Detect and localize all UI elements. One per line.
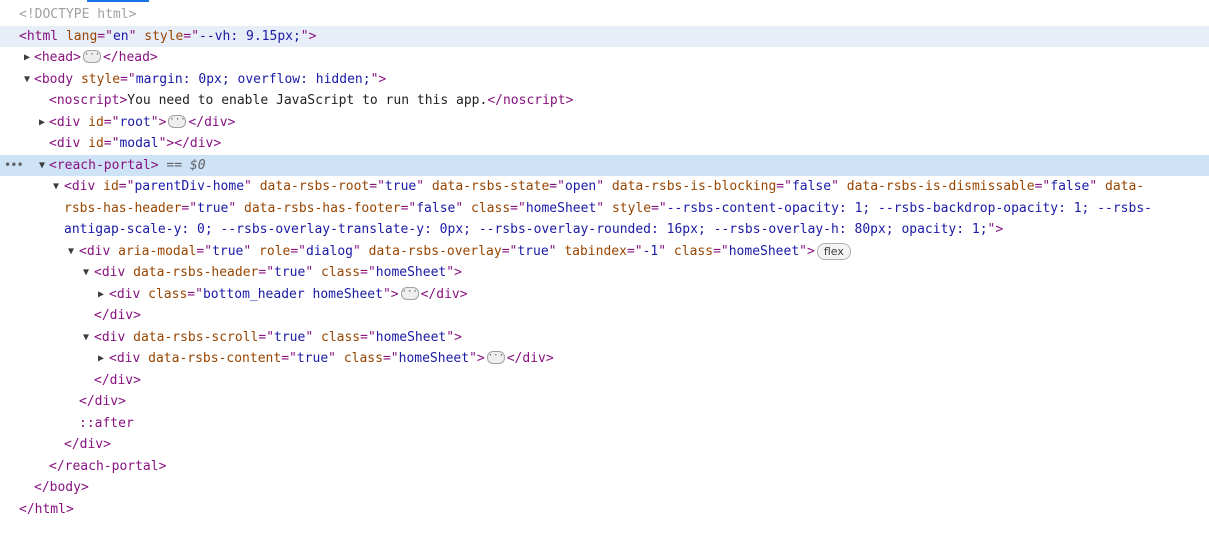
dom-node-after-pseudo[interactable]: ::after xyxy=(0,413,1209,435)
dom-node-close-tag[interactable]: </reach-portal> xyxy=(0,456,1209,478)
dom-node-modal[interactable]: <div id="modal"></div> xyxy=(0,133,1209,155)
dom-node-head[interactable]: ▶ <head> ··· </head> xyxy=(0,47,1209,69)
active-tab-indicator xyxy=(87,0,149,2)
expand-triangle-right-icon[interactable]: ▶ xyxy=(21,47,33,69)
collapse-triangle-down-icon[interactable]: ▼ xyxy=(65,241,77,263)
collapse-triangle-down-icon[interactable]: ▼ xyxy=(50,176,62,198)
dom-node-parent-div-continued[interactable]: antigap-scale-y: 0; --rsbs-overlay-trans… xyxy=(0,219,1209,241)
dom-node-body[interactable]: ▼ <body style="margin: 0px; overflow: hi… xyxy=(0,69,1209,91)
dom-node-html[interactable]: <html lang="en" style="--vh: 9.15px;"> xyxy=(0,25,1209,47)
elements-dom-tree[interactable]: <!DOCTYPE html> <html lang="en" style="-… xyxy=(0,4,1209,520)
collapsed-children-ellipsis-icon[interactable]: ··· xyxy=(486,351,505,364)
dom-node-close-tag[interactable]: </body> xyxy=(0,477,1209,499)
dom-node-close-tag[interactable]: </div> xyxy=(0,305,1209,327)
dom-node-bottom-header[interactable]: ▶ <div class="bottom_header homeSheet"> ·… xyxy=(0,284,1209,306)
dom-node-root[interactable]: ▶ <div id="root"> ··· </div> xyxy=(0,112,1209,134)
dom-node-rsbs-header[interactable]: ▼ <div data-rsbs-header="true" class="ho… xyxy=(0,262,1209,284)
dom-node-parent-div[interactable]: ▼ <div id="parentDiv-home" data-rsbs-roo… xyxy=(0,176,1209,198)
dom-node-reach-portal-selected[interactable]: ••• ▼ <reach-portal> == $0 xyxy=(0,154,1209,177)
node-actions-ellipsis-icon[interactable]: ••• xyxy=(4,155,24,177)
expand-triangle-right-icon[interactable]: ▶ xyxy=(95,284,107,306)
dom-node-close-tag[interactable]: </html> xyxy=(0,499,1209,521)
flex-layout-badge[interactable]: flex xyxy=(816,242,851,260)
dom-node-dialog[interactable]: ▼ <div aria-modal="true" role="dialog" d… xyxy=(0,241,1209,263)
dom-node-noscript[interactable]: <noscript>You need to enable JavaScript … xyxy=(0,90,1209,112)
collapsed-children-ellipsis-icon[interactable]: ··· xyxy=(168,114,187,128)
collapsed-children-ellipsis-icon[interactable]: ··· xyxy=(400,286,419,300)
dom-node-rsbs-content[interactable]: ▶ <div data-rsbs-content="true" class="h… xyxy=(0,348,1209,370)
dom-node-close-tag[interactable]: </div> xyxy=(0,434,1209,456)
expand-triangle-right-icon[interactable]: ▶ xyxy=(95,348,107,370)
dom-node-parent-div-continued[interactable]: rsbs-has-header="true" data-rsbs-has-foo… xyxy=(0,198,1209,220)
dom-node-close-tag[interactable]: </div> xyxy=(0,391,1209,413)
collapse-triangle-down-icon[interactable]: ▼ xyxy=(36,155,48,177)
doctype-text: <!DOCTYPE html> xyxy=(19,7,137,22)
collapse-triangle-down-icon[interactable]: ▼ xyxy=(80,262,92,284)
dom-node-doctype[interactable]: <!DOCTYPE html> xyxy=(0,4,1209,26)
dom-node-close-tag[interactable]: </div> xyxy=(0,370,1209,392)
collapse-triangle-down-icon[interactable]: ▼ xyxy=(80,327,92,349)
console-reference-label: == $0 xyxy=(158,157,206,173)
collapse-triangle-down-icon[interactable]: ▼ xyxy=(21,69,33,91)
expand-triangle-right-icon[interactable]: ▶ xyxy=(36,112,48,134)
dom-node-rsbs-scroll[interactable]: ▼ <div data-rsbs-scroll="true" class="ho… xyxy=(0,327,1209,349)
collapsed-children-ellipsis-icon[interactable]: ··· xyxy=(82,50,101,63)
